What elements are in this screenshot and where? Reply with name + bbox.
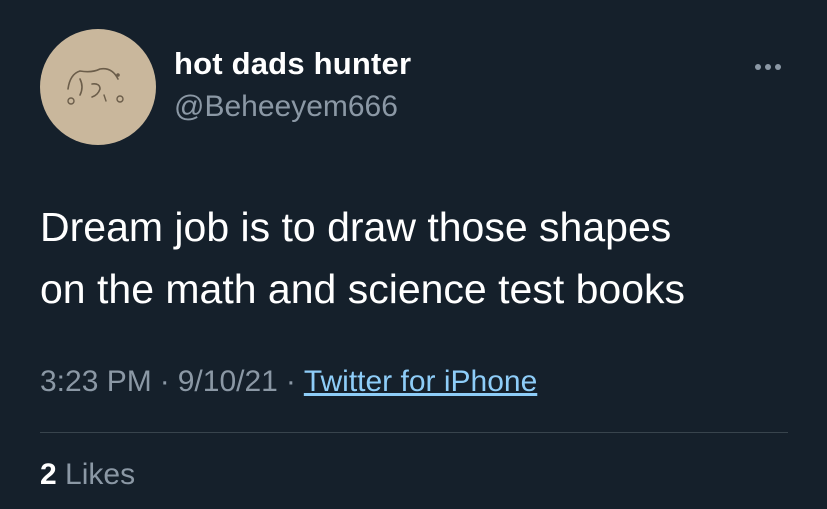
tweet-source-link[interactable]: Twitter for iPhone <box>304 365 537 398</box>
tweet-date[interactable]: 9/10/21 <box>178 365 278 398</box>
display-name[interactable]: hot dads hunter <box>174 46 411 82</box>
more-options-icon <box>755 64 781 70</box>
doodle-face-icon <box>67 67 124 105</box>
tweet-meta: 3:23 PM · 9/10/21 · Twitter for iPhone <box>40 365 537 399</box>
more-options-button[interactable] <box>748 52 788 82</box>
tweet-text: Dream job is to draw those shapes on the… <box>40 196 800 320</box>
likes-label: Likes <box>65 458 136 491</box>
meta-separator: · <box>285 365 296 398</box>
tweet-time[interactable]: 3:23 PM <box>40 365 152 398</box>
tweet-text-line: on the math and science test books <box>40 266 686 312</box>
divider <box>40 432 788 433</box>
tweet-text-line: Dream job is to draw those shapes <box>40 204 672 250</box>
likes-stat[interactable]: 2 Likes <box>40 458 135 492</box>
user-handle[interactable]: @Beheeyem666 <box>174 90 398 124</box>
tweet-card: hot dads hunter @Beheeyem666 Dream job i… <box>0 0 827 509</box>
avatar[interactable] <box>40 29 156 145</box>
likes-count: 2 <box>40 458 57 491</box>
meta-separator: · <box>159 365 170 398</box>
